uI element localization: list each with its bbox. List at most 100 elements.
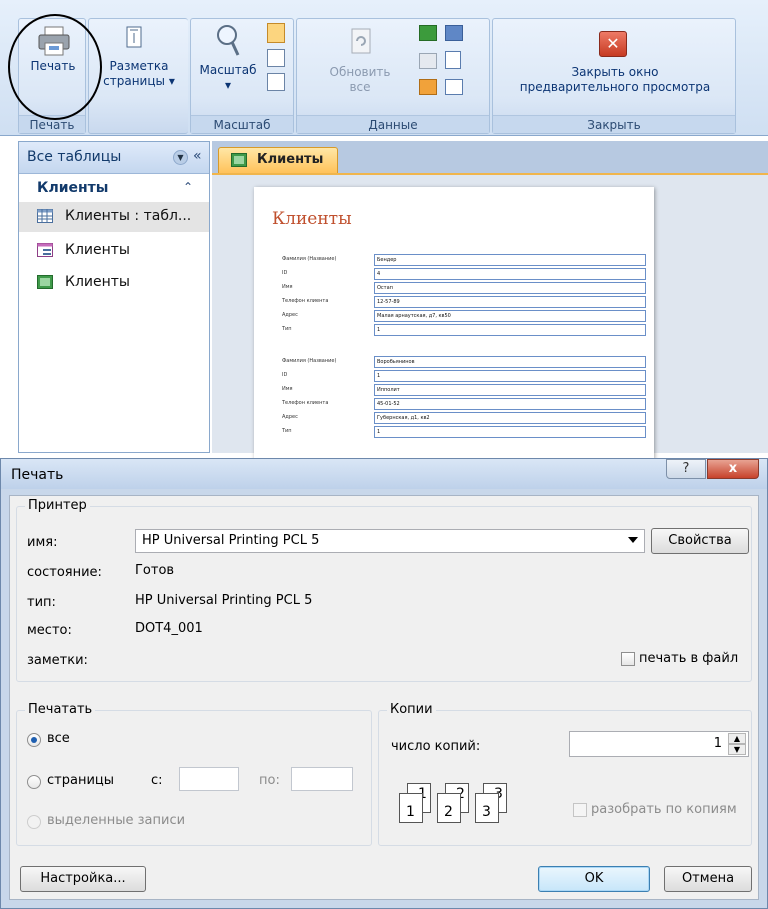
nav-item-label: Клиенты : табл...	[65, 208, 192, 224]
close-preview-line2: предварительного просмотра	[519, 80, 711, 94]
word-export-icon[interactable]	[445, 51, 461, 69]
nav-title: Все таблицы	[27, 149, 122, 165]
chevron-down-icon[interactable]: ▼	[173, 150, 188, 165]
dialog-title: Печать	[11, 467, 64, 483]
collapse-pane-button[interactable]: «	[193, 148, 202, 164]
printer-select[interactable]: HP Universal Printing PCL 5	[135, 529, 645, 553]
nav-group-header[interactable]: Клиенты ⌃	[19, 176, 209, 200]
chevron-down-icon	[628, 537, 638, 543]
close-button[interactable]: x	[707, 459, 759, 479]
dialog-titlebar[interactable]: Печать ? x	[1, 459, 767, 489]
field-value: 12-57-89	[374, 296, 646, 308]
field-value: Воробьянинов	[374, 356, 646, 368]
field-value: Ипполит	[374, 384, 646, 396]
field-value: Губернская, д1, кв2	[374, 412, 646, 424]
sharepoint-export-icon[interactable]	[445, 25, 463, 41]
page-icon: 3	[475, 793, 499, 823]
setup-button[interactable]: Настройка...	[20, 866, 146, 892]
range-to-input[interactable]	[291, 767, 353, 791]
record-row: Фамилия (Название) Воробьянинов	[282, 355, 646, 369]
copies-count-label: число копий:	[391, 739, 481, 754]
field-label: Телефон клиента	[282, 400, 329, 406]
cancel-button[interactable]: Отмена	[664, 866, 752, 892]
report-icon	[37, 275, 53, 289]
tab-label: Клиенты	[257, 152, 324, 167]
zoom-button[interactable]: Масштаб ▾	[195, 63, 261, 93]
ribbon-group-zoom-label: Масштаб	[191, 115, 293, 133]
close-preview-button[interactable]: Закрыть окно предварительного просмотра	[499, 65, 731, 95]
ok-button[interactable]: OK	[538, 866, 650, 892]
range-from-input[interactable]	[179, 767, 239, 791]
refresh-all-button[interactable]: Обновить все	[325, 65, 395, 95]
print-range-group: Печатать все страницы с: по: выделенные …	[16, 702, 372, 846]
type-label: тип:	[27, 595, 56, 610]
help-button[interactable]: ?	[666, 459, 706, 479]
refresh-line2: все	[349, 80, 371, 94]
ribbon-group-data: Обновить все Данные	[296, 18, 490, 134]
ribbon-group-layout: Разметка страницы ▾	[88, 18, 188, 134]
status-value: Готов	[135, 563, 175, 578]
record-row: Фамилия (Название) Бендер	[282, 253, 646, 267]
range-all-label[interactable]: все	[47, 731, 70, 746]
field-value: 45-01-52	[374, 398, 646, 410]
ribbon-group-close-label: Закрыть	[493, 115, 735, 133]
properties-button[interactable]: Свойства	[651, 528, 749, 554]
collate-label[interactable]: разобрать по копиям	[591, 802, 737, 817]
range-pages-label[interactable]: страницы	[47, 773, 114, 788]
field-label: Фамилия (Название)	[282, 256, 337, 262]
report-icon	[231, 153, 247, 167]
copies-group: Копии число копий: 1 ▲ ▼ 1 1 2 2 3 3 раз…	[378, 702, 752, 846]
range-selected-radio[interactable]	[27, 815, 41, 829]
collate-illustration: 1 1 2 2 3 3	[399, 783, 549, 831]
more-pages-icon[interactable]	[267, 73, 285, 91]
print-to-file-label[interactable]: печать в файл	[639, 651, 738, 666]
nav-item-form[interactable]: Клиенты	[19, 236, 209, 266]
form-icon	[37, 243, 53, 257]
nav-item-label: Клиенты	[65, 274, 130, 290]
excel-export-icon[interactable]	[419, 25, 437, 41]
access-window: Печать Печать Разметка страницы ▾ Масшта…	[0, 0, 768, 459]
two-pages-icon[interactable]	[267, 49, 285, 67]
report-page: Клиенты Фамилия (Название) Бендер ID 4 Имя…	[254, 187, 654, 459]
field-value: 1	[374, 324, 646, 336]
type-value: HP Universal Printing PCL 5	[135, 593, 313, 608]
nav-item-table[interactable]: Клиенты : табл...	[19, 202, 209, 232]
page-icon: 2	[437, 793, 461, 823]
stepper-down-icon[interactable]: ▼	[728, 744, 746, 755]
more-export-icon[interactable]	[445, 79, 463, 95]
record-row: Имя Остап	[282, 281, 646, 295]
double-chevron-up-icon[interactable]: ⌃	[183, 180, 193, 194]
navigation-pane: Все таблицы ▼ « Клиенты ⌃ Клиенты : табл…	[18, 141, 210, 453]
printer-name-label: имя:	[27, 535, 58, 550]
text-export-icon[interactable]	[419, 53, 437, 69]
collate-checkbox[interactable]	[573, 803, 587, 817]
refresh-icon	[349, 27, 373, 55]
nav-item-report[interactable]: Клиенты	[19, 268, 209, 298]
page-layout-line2: страницы ▾	[103, 74, 175, 88]
field-label: Телефон клиента	[282, 298, 329, 304]
stepper-up-icon[interactable]: ▲	[728, 733, 746, 744]
annotation-circle	[8, 14, 102, 120]
range-all-radio[interactable]	[27, 733, 41, 747]
pdf-export-icon[interactable]	[419, 79, 437, 95]
record-row: Телефон клиента 12-57-89	[282, 295, 646, 309]
ribbon-group-data-label: Данные	[297, 115, 489, 133]
printer-group: Принтер имя: HP Universal Printing PCL 5…	[16, 498, 752, 682]
one-page-icon[interactable]	[267, 23, 285, 43]
print-to-file-checkbox[interactable]	[621, 652, 635, 666]
nav-header[interactable]: Все таблицы ▼ «	[19, 142, 209, 174]
field-value: Остап	[374, 282, 646, 294]
tab-report[interactable]: Клиенты	[218, 147, 338, 173]
field-label: Адрес	[282, 414, 298, 420]
printer-legend: Принтер	[25, 498, 90, 513]
range-selected-label[interactable]: выделенные записи	[47, 813, 185, 828]
page-icon: 1	[399, 793, 423, 823]
nav-item-label: Клиенты	[65, 242, 130, 258]
record-row: Телефон клиента 45-01-52	[282, 397, 646, 411]
copies-stepper[interactable]: 1 ▲ ▼	[569, 731, 749, 757]
page-layout-button[interactable]: Разметка страницы ▾	[93, 59, 185, 89]
where-value: DOT4_001	[135, 621, 203, 636]
table-icon	[37, 209, 53, 223]
ribbon-group-close: ✕ Закрыть окно предварительного просмотр…	[492, 18, 736, 134]
range-pages-radio[interactable]	[27, 775, 41, 789]
